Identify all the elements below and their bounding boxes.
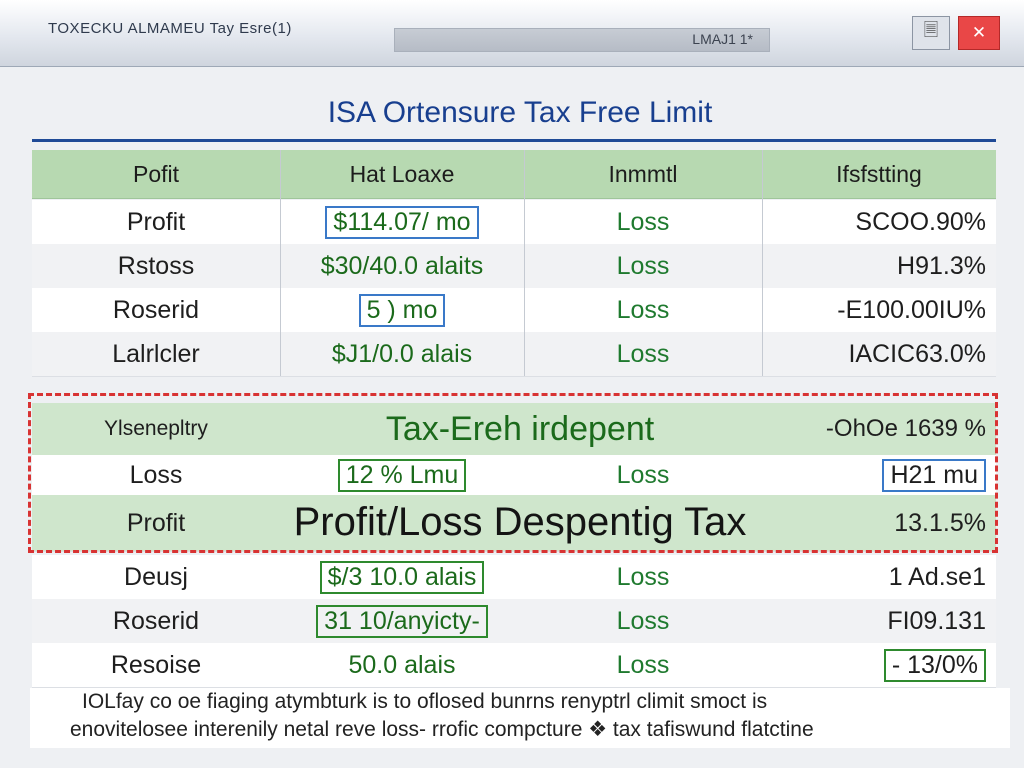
table-row[interactable]: Lalrlcler $J1/0.0 alais Loss IACIC63.0% <box>32 332 996 377</box>
status-cell: Loss <box>616 251 670 280</box>
percent-cell: -E100.00IU% <box>837 295 986 324</box>
document-button[interactable]: 🗏 <box>912 16 950 50</box>
document-icon: 🗏 <box>923 20 939 40</box>
footnote-line: enovitelosee interenily netal reve loss-… <box>70 718 814 741</box>
percent-cell[interactable]: - 13/0% <box>762 643 996 687</box>
column-header[interactable]: Hat Loaxe <box>280 150 524 198</box>
amount-value[interactable]: 12 % Lmu <box>337 458 467 492</box>
amount-value[interactable]: 31 10/anyicty- <box>316 604 488 638</box>
row-label: Resoise <box>110 650 202 679</box>
column-header[interactable]: Pofit <box>32 150 280 198</box>
table-row[interactable]: Deusj $/3 10.0 alais Loss 1 Ad.se1 <box>32 555 996 600</box>
amount-cell[interactable]: 5 ) mo <box>280 288 524 332</box>
percent-value[interactable]: - 13/0% <box>883 648 986 682</box>
row-label: Loss <box>129 460 183 489</box>
amount-cell: $30/40.0 alaits <box>320 251 484 280</box>
table-row[interactable]: Loss 12 % Lmu Loss H21 mu <box>32 455 996 496</box>
row-label: Rstoss <box>117 251 195 280</box>
footnote-line: IOLfay co oe fiaging atymbturk is to ofl… <box>82 690 768 713</box>
table-row[interactable]: Roserid 5 ) mo Loss -E100.00IU% <box>32 288 996 333</box>
column-header[interactable]: Ifsfstting <box>762 150 996 198</box>
group-name: Tax-Ereh irdepent <box>385 409 655 448</box>
amount-cell: 50.0 alais <box>348 650 456 679</box>
group-label: Ylsenepltry <box>104 417 208 440</box>
group-percent: -OhOe 1639 % <box>825 415 986 442</box>
status-cell: Loss <box>616 460 670 489</box>
amount-value[interactable]: $114.07/ mo <box>325 205 479 239</box>
status-cell: Loss <box>616 207 670 236</box>
row-label: Roserid <box>112 606 200 635</box>
close-button[interactable]: ✕ <box>958 16 1000 50</box>
table-row[interactable]: Profit $114.07/ mo Loss SCOO.90% <box>32 200 996 245</box>
page-title: ISA Ortensure Tax Free Limit <box>327 96 713 129</box>
amount-cell[interactable]: 12 % Lmu <box>280 455 524 495</box>
percent-cell: 1 Ad.se1 <box>888 562 986 591</box>
amount-cell: $J1/0.0 alais <box>331 339 473 368</box>
amount-cell[interactable]: $/3 10.0 alais <box>280 555 524 599</box>
window-title-text: TOXECKU ALMAMEU Tay Esre(1) <box>48 20 292 37</box>
percent-value[interactable]: H21 mu <box>882 458 986 492</box>
table-row[interactable]: Roserid 31 10/anyicty- Loss FI09.131 <box>32 599 996 644</box>
search-bar-text: LMAJ1 1* <box>692 31 753 47</box>
percent-cell: IACIC63.0% <box>848 339 986 368</box>
footnote: IOLfay co oe fiaging atymbturk is to ofl… <box>30 688 1010 748</box>
group-heading-row[interactable]: Ylsenepltry Tax-Ereh irdepent -OhOe 1639… <box>32 403 996 455</box>
table-row[interactable]: Rstoss $30/40.0 alaits Loss H91.3% <box>32 244 996 289</box>
amount-cell[interactable]: 31 10/anyicty- <box>280 599 524 643</box>
status-cell: Loss <box>616 562 670 591</box>
close-icon: ✕ <box>971 23 987 42</box>
amount-value[interactable]: 5 ) mo <box>358 293 446 327</box>
table-row[interactable]: Resoise 50.0 alais Loss - 13/0% <box>32 643 996 688</box>
column-divider <box>524 150 525 376</box>
amount-cell[interactable]: $114.07/ mo <box>280 200 524 244</box>
title-divider <box>32 139 996 142</box>
row-label: Roserid <box>112 295 200 324</box>
search-bar[interactable]: LMAJ1 1* <box>394 28 770 52</box>
amount-value[interactable]: $/3 10.0 alais <box>319 560 485 594</box>
column-divider <box>280 150 281 376</box>
table-header-row: Pofit Hat Loaxe Inmmtl Ifsfstting <box>32 150 996 199</box>
row-label: Lalrlcler <box>112 339 200 368</box>
window-title: TOXECKU ALMAMEU Tay Esre(1) <box>48 20 292 37</box>
percent-cell: H91.3% <box>897 251 986 280</box>
column-divider <box>762 150 763 376</box>
column-header[interactable]: Inmmtl <box>524 150 762 198</box>
percent-cell[interactable]: H21 mu <box>762 455 996 495</box>
row-label: Deusj <box>124 562 188 591</box>
status-cell: Loss <box>616 339 670 368</box>
overlay-caption: Profit/Loss Despentig Tax <box>293 500 747 544</box>
row-label: Profit <box>126 207 186 236</box>
title-bar: TOXECKU ALMAMEU Tay Esre(1) LMAJ1 1* 🗏 ✕ <box>0 0 1024 67</box>
status-cell: Loss <box>616 606 670 635</box>
percent-cell: SCOO.90% <box>855 207 986 236</box>
percent-cell: FI09.131 <box>887 606 986 635</box>
status-cell: Loss <box>616 650 670 679</box>
status-cell: Loss <box>616 295 670 324</box>
